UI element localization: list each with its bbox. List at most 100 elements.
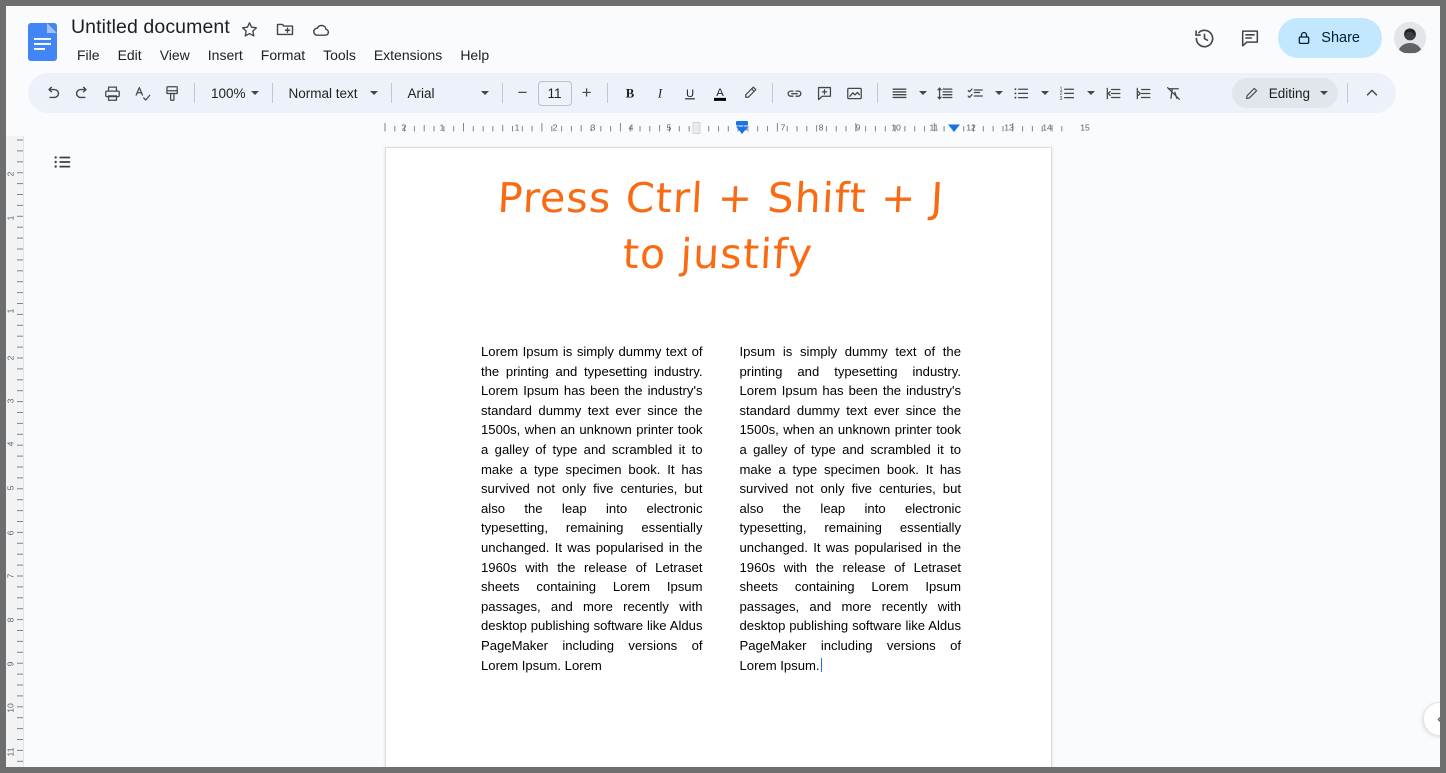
body-column-right[interactable]: Ipsum is simply dummy text of the printi…: [740, 342, 962, 675]
share-button[interactable]: Share: [1278, 18, 1382, 58]
menu-edit[interactable]: Edit: [109, 44, 151, 66]
line-spacing-icon[interactable]: [931, 78, 961, 108]
increase-indent-icon[interactable]: [1129, 78, 1159, 108]
checklist-dropdown-chevron-icon[interactable]: [991, 78, 1007, 108]
toolbar-divider: [194, 83, 195, 103]
underline-button[interactable]: U: [675, 78, 705, 108]
chevron-down-icon: [480, 91, 489, 95]
svg-text:15: 15: [1080, 123, 1090, 133]
paragraph-style-dropdown[interactable]: Normal text: [280, 79, 384, 107]
svg-text:11: 11: [930, 123, 939, 133]
svg-text:B: B: [625, 87, 634, 101]
cloud-saved-icon[interactable]: [310, 18, 332, 40]
bold-button[interactable]: B: [615, 78, 645, 108]
chevron-down-icon: [369, 91, 378, 95]
svg-text:1: 1: [6, 215, 16, 220]
insert-image-icon[interactable]: [840, 78, 870, 108]
svg-text:7: 7: [781, 123, 786, 133]
two-column-body: Lorem Ipsum is simply dummy text of the …: [481, 342, 961, 675]
zoom-dropdown[interactable]: 100%: [202, 79, 265, 107]
document-title[interactable]: Untitled document: [68, 14, 233, 40]
chevron-down-icon: [1320, 91, 1328, 95]
svg-text:2: 2: [402, 123, 407, 133]
svg-text:12: 12: [966, 123, 976, 133]
svg-text:2: 2: [6, 171, 16, 176]
menu-file[interactable]: File: [68, 44, 109, 66]
text-color-button[interactable]: A: [705, 78, 735, 108]
collapse-sidebar-button[interactable]: [1423, 702, 1440, 736]
font-family-dropdown[interactable]: Arial: [399, 79, 495, 107]
document-canvas: Press Ctrl + Shift + J to justify Lorem …: [24, 136, 1440, 767]
svg-text:4: 4: [6, 441, 16, 446]
bulleted-list-icon[interactable]: [1007, 78, 1037, 108]
svg-text:2: 2: [553, 123, 558, 133]
menu-insert[interactable]: Insert: [199, 44, 252, 66]
svg-text:1: 1: [6, 308, 16, 313]
toolbar-divider: [606, 83, 608, 103]
version-history-icon[interactable]: [1184, 18, 1224, 58]
svg-text:3: 3: [1060, 95, 1063, 101]
menu-tools[interactable]: Tools: [314, 44, 365, 66]
lock-icon: [1296, 30, 1312, 46]
undo-icon[interactable]: [37, 78, 67, 108]
italic-button[interactable]: I: [645, 78, 675, 108]
font-size-input[interactable]: 11: [537, 80, 572, 106]
svg-text:2: 2: [6, 355, 16, 360]
align-dropdown-chevron-icon[interactable]: [915, 78, 931, 108]
toolbar-divider: [1347, 83, 1348, 103]
svg-text:A: A: [716, 87, 724, 99]
clear-formatting-icon[interactable]: [1159, 78, 1189, 108]
body-column-left[interactable]: Lorem Ipsum is simply dummy text of the …: [481, 342, 703, 675]
toolbar-divider: [876, 83, 878, 103]
numbered-list-dropdown-chevron-icon[interactable]: [1083, 78, 1099, 108]
checklist-icon[interactable]: [961, 78, 991, 108]
add-comment-icon[interactable]: [810, 78, 840, 108]
numbered-list-icon[interactable]: 1 2 3: [1053, 78, 1083, 108]
toolbar-divider: [771, 83, 773, 103]
toolbar-divider: [501, 83, 503, 103]
bulleted-list-dropdown-chevron-icon[interactable]: [1037, 78, 1053, 108]
avatar[interactable]: [1394, 22, 1426, 54]
svg-text:9: 9: [6, 661, 16, 666]
heading-line-1: Press Ctrl + Shift + J: [496, 174, 946, 222]
zoom-value: 100%: [211, 85, 246, 101]
menu-view[interactable]: View: [151, 44, 199, 66]
svg-text:3: 3: [6, 398, 16, 403]
toolbar-divider: [390, 83, 392, 103]
star-icon[interactable]: [238, 18, 260, 40]
move-to-folder-icon[interactable]: [274, 18, 296, 40]
spellcheck-icon[interactable]: [127, 78, 157, 108]
menu-format[interactable]: Format: [252, 44, 314, 66]
align-justify-icon[interactable]: [885, 78, 915, 108]
print-icon[interactable]: [97, 78, 127, 108]
horizontal-ruler[interactable]: 21123456789101112131415: [6, 120, 1440, 136]
title-action-icons: [238, 18, 332, 40]
insert-link-icon[interactable]: [780, 78, 810, 108]
vertical-ruler[interactable]: 2 1 1 2 3 4 5 6 7 8 9 10 11: [6, 136, 24, 767]
font-size-stepper: − 11 +: [510, 80, 600, 106]
editing-mode-dropdown[interactable]: Editing: [1231, 78, 1338, 108]
redo-icon[interactable]: [67, 78, 97, 108]
document-page[interactable]: Press Ctrl + Shift + J to justify Lorem …: [385, 147, 1052, 767]
font-size-increase-button[interactable]: +: [574, 80, 600, 106]
hide-menus-chevron-up-icon[interactable]: [1357, 78, 1387, 108]
decrease-indent-icon[interactable]: [1099, 78, 1129, 108]
font-size-decrease-button[interactable]: −: [510, 80, 536, 106]
pencil-icon: [1244, 86, 1259, 101]
menu-help[interactable]: Help: [451, 44, 498, 66]
share-button-label: Share: [1321, 30, 1360, 46]
comment-history-icon[interactable]: [1230, 18, 1270, 58]
menu-extensions[interactable]: Extensions: [365, 44, 451, 66]
font-family-value: Arial: [407, 85, 435, 101]
paint-format-icon[interactable]: [157, 78, 187, 108]
docs-logo-icon: [28, 23, 57, 61]
highlight-color-button[interactable]: [735, 78, 765, 108]
svg-text:14: 14: [1042, 123, 1052, 133]
document-outline-icon[interactable]: [49, 148, 77, 176]
svg-text:3: 3: [591, 123, 596, 133]
document-title-block: Untitled document: [68, 14, 233, 40]
toolbar-divider: [271, 83, 273, 103]
svg-text:7: 7: [6, 573, 16, 578]
toolbar-region: 100% Normal text Arial − 11 + B I U A 1 …: [6, 68, 1440, 120]
svg-text:11: 11: [6, 747, 16, 756]
